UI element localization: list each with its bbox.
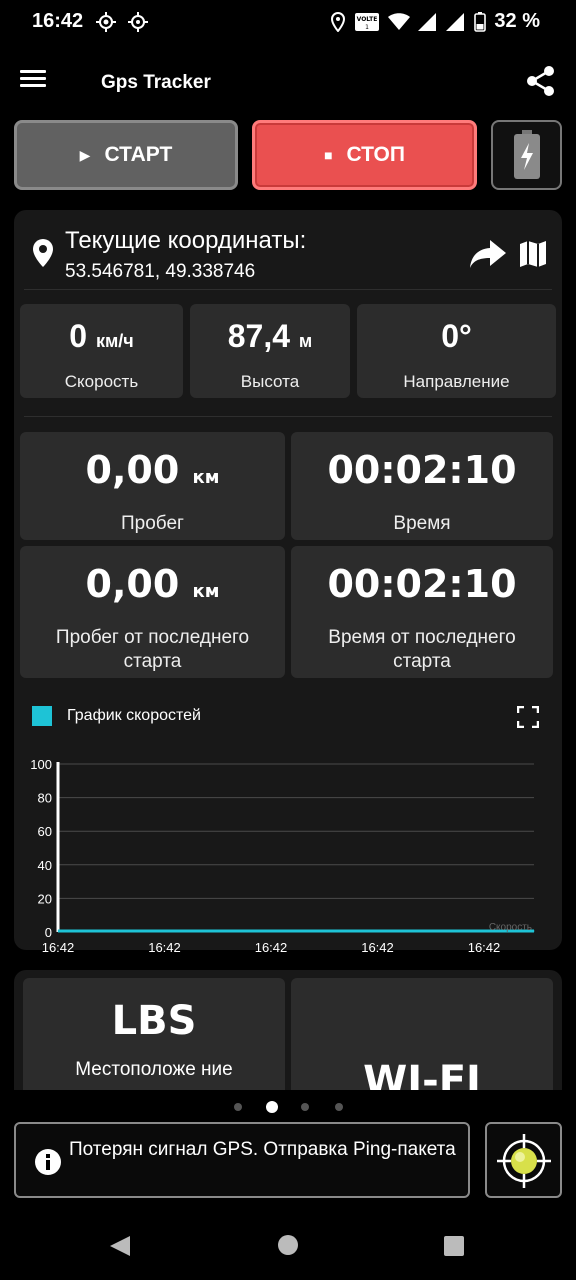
- x-tick-label: 16:42: [42, 940, 75, 955]
- locate-button[interactable]: [485, 1122, 562, 1198]
- distance-since-start-label: Пробег от последнего старта: [55, 627, 250, 672]
- start-button[interactable]: ▶ СТАРТ: [14, 120, 238, 190]
- x-tick-label: 16:42: [255, 940, 288, 955]
- divider: [24, 416, 552, 417]
- gps-icon: [96, 12, 116, 32]
- stop-label: СТОП: [346, 143, 405, 166]
- wifi-tile[interactable]: WI-FI: [291, 978, 553, 1090]
- page-dot[interactable]: [234, 1103, 242, 1111]
- location-pin-icon: [33, 239, 53, 267]
- fullscreen-icon[interactable]: [517, 706, 539, 728]
- page-dot[interactable]: [335, 1103, 343, 1111]
- info-icon: [35, 1149, 61, 1175]
- distance-since-start-tile: 0,00 км Пробег от последнего старта: [20, 546, 285, 678]
- play-icon: ▶: [79, 146, 91, 163]
- gps-status-message: Потерян сигнал GPS. Отправка Ping-пакета: [14, 1122, 470, 1198]
- page-dot[interactable]: [301, 1103, 309, 1111]
- speed-unit: км/ч: [95, 331, 134, 351]
- wifi-icon: [388, 12, 411, 30]
- distance-unit: км: [192, 467, 220, 488]
- status-bar: 16:42 VOLTE 1 32 %: [0, 0, 576, 44]
- time-value: 00:02:10: [327, 448, 517, 492]
- y-tick-label: 40: [38, 858, 52, 873]
- time-since-start-tile: 00:02:10 Время от последнего старта: [291, 546, 553, 678]
- altitude-unit: м: [298, 331, 313, 351]
- distance-value: 0,00: [85, 448, 180, 492]
- data-point: [295, 930, 297, 932]
- wifi-title: WI-FI: [363, 1058, 481, 1090]
- data-point: [176, 930, 178, 932]
- stop-icon: ■: [324, 147, 333, 163]
- stop-button[interactable]: ■ СТОП: [252, 120, 477, 190]
- direction-value: 0°: [441, 318, 472, 354]
- svg-text:1: 1: [365, 24, 369, 31]
- signal-icon: [446, 12, 465, 31]
- recents-icon[interactable]: [443, 1235, 465, 1257]
- volte-icon: VOLTE1: [355, 12, 380, 31]
- speed-tile: 0 км/ч Скорость: [20, 304, 183, 398]
- time-since-start-value: 00:02:10: [327, 562, 517, 606]
- y-tick-label: 20: [38, 891, 52, 906]
- y-tick-label: 0: [45, 925, 52, 940]
- data-point: [533, 930, 535, 932]
- time-label: Время: [393, 513, 451, 534]
- back-icon[interactable]: [108, 1234, 132, 1258]
- series-label: Скорость: [489, 922, 532, 933]
- lbs-label: Местоположе ние: [75, 1059, 233, 1080]
- app-title: Gps Tracker: [101, 72, 211, 93]
- tracker-card: Текущие координаты: 53.546781, 49.338746…: [14, 210, 562, 955]
- x-tick-label: 16:42: [148, 940, 181, 955]
- share-arrow-icon[interactable]: [470, 240, 506, 268]
- y-tick-label: 60: [38, 824, 52, 839]
- page-dot-active[interactable]: [266, 1101, 278, 1113]
- data-point: [57, 930, 59, 932]
- chart-title: График скоростей: [67, 707, 201, 724]
- altitude-label: Высота: [240, 372, 300, 391]
- direction-label: Направление: [403, 372, 510, 391]
- start-label: СТАРТ: [104, 143, 173, 166]
- svg-text:VOLTE: VOLTE: [357, 16, 378, 23]
- legend-color-swatch: [32, 706, 52, 726]
- y-tick-label: 80: [38, 791, 52, 806]
- time-since-start-label: Время от последнего старта: [328, 627, 516, 672]
- altitude-value: 87,4: [227, 318, 291, 354]
- distance-since-start-value: 0,00: [85, 562, 180, 606]
- crosshair-target-icon: [497, 1134, 551, 1188]
- x-tick-label: 16:42: [468, 940, 501, 955]
- divider: [24, 289, 552, 290]
- message-text: Потерян сигнал GPS. Отправка Ping-пакета: [69, 1139, 456, 1160]
- battery-percent: 32 %: [494, 10, 540, 32]
- page-indicator: [0, 1101, 576, 1113]
- coordinates-value: 53.546781, 49.338746: [65, 261, 256, 282]
- direction-tile: 0° Направление: [357, 304, 556, 398]
- signal-icon: [418, 12, 437, 31]
- speed-value: 0: [69, 318, 88, 354]
- menu-icon[interactable]: [20, 66, 58, 96]
- x-tick-label: 16:42: [361, 940, 394, 955]
- lbs-tile[interactable]: LBS Местоположе ние: [23, 978, 285, 1090]
- battery-charging-icon: [513, 130, 540, 179]
- distance-tile: 0,00 км Пробег: [20, 432, 285, 540]
- battery-saver-button[interactable]: [491, 120, 562, 190]
- navigation-bar: [0, 1210, 576, 1280]
- distance-label: Пробег: [121, 513, 184, 534]
- time-tile: 00:02:10 Время: [291, 432, 553, 540]
- data-point: [414, 930, 416, 932]
- lbs-title: LBS: [111, 998, 197, 1044]
- distance-since-start-unit: км: [192, 581, 220, 602]
- speed-chart: 10080604020016:42 16:42 16:42 16:42 16:42Ско…: [30, 757, 535, 955]
- gps-icon: [128, 12, 148, 32]
- app-bar: Gps Tracker: [0, 52, 576, 112]
- coordinates-title: Текущие координаты:: [65, 227, 307, 254]
- location-icon: [331, 11, 346, 32]
- battery-icon: [474, 11, 487, 32]
- share-icon[interactable]: [524, 64, 558, 98]
- map-icon[interactable]: [519, 240, 547, 268]
- speed-label: Скорость: [64, 372, 139, 391]
- y-tick-label: 100: [30, 757, 52, 772]
- network-card: LBS Местоположе ние WI-FI: [14, 970, 562, 1090]
- home-icon[interactable]: [277, 1234, 299, 1256]
- status-time: 16:42: [32, 10, 84, 32]
- altitude-tile: 87,4 м Высота: [190, 304, 350, 398]
